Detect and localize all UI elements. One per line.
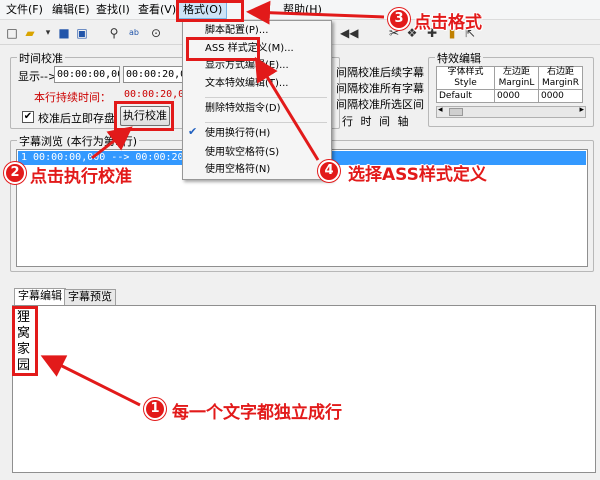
new-file-icon[interactable]: □ xyxy=(4,25,20,41)
effects-title: 特效编辑 xyxy=(435,50,483,66)
tab-subtitle-preview[interactable]: 字幕预览 xyxy=(64,289,116,305)
timeline-label: 行 时 间 轴 xyxy=(342,115,411,128)
col-margin-l-header: 左边距 MarginL xyxy=(494,66,539,90)
menu-item-space[interactable]: 使用空格符(N) xyxy=(205,163,270,177)
subtitle-editor[interactable]: 狸 窝 家 园 xyxy=(12,305,596,473)
zoom-icon[interactable]: ⊙ xyxy=(148,25,164,41)
margin-r-cell[interactable]: 0000 xyxy=(538,89,583,103)
time-calibration-title: 时间校准 xyxy=(17,50,65,66)
menu-file[interactable]: 文件(F) xyxy=(6,3,43,17)
menu-view[interactable]: 查看(V) xyxy=(138,3,176,17)
highlight-editor-lines xyxy=(12,306,38,376)
scroll-thumb[interactable] xyxy=(449,108,463,116)
step1-badge: 1 xyxy=(144,398,166,420)
menu-item-display-mode[interactable]: 显示方式编辑(E)... xyxy=(205,59,289,73)
effects-header-row: 字体样式 Style 左边距 MarginL 右边距 MarginR xyxy=(436,66,583,90)
col-margin-r-header: 右边距 MarginR xyxy=(538,66,583,90)
scroll-right-icon[interactable]: ▸ xyxy=(579,105,584,115)
menu-help[interactable]: 帮助(H) xyxy=(283,3,322,17)
open-folder-icon[interactable]: ▰ xyxy=(22,25,38,41)
menu-find[interactable]: 查找(I) xyxy=(96,3,130,17)
highlight-execute-button xyxy=(114,101,174,131)
style-cell[interactable]: Default xyxy=(436,89,495,103)
start-time-field[interactable]: 00:00:00,000 xyxy=(54,66,120,83)
menu-edit[interactable]: 编辑(E) xyxy=(52,3,90,17)
back-icon[interactable]: ◀◀ xyxy=(340,25,358,41)
menu-item-script-config[interactable]: 脚本配置(P)... xyxy=(205,24,268,38)
highlight-format-menu xyxy=(176,0,244,22)
display-label: 显示--> xyxy=(18,70,58,83)
calibrate-range-option[interactable]: 间隔校准所选区间 xyxy=(336,96,424,112)
step4-text: 选择ASS样式定义 xyxy=(348,165,487,185)
step3-badge: 3 xyxy=(388,8,410,30)
col-style-header: 字体样式 Style xyxy=(436,66,495,90)
save-all-icon[interactable]: ▣ xyxy=(74,25,90,41)
calibrate-following-option[interactable]: 间隔校准后续字幕 xyxy=(336,64,424,80)
dropdown-arrow-icon[interactable]: ▾ xyxy=(40,25,56,41)
table-row[interactable]: Default 0000 0000 xyxy=(436,89,583,103)
menu-separator xyxy=(205,122,327,123)
calibrate-all-option[interactable]: 间隔校准所有字幕 xyxy=(336,80,424,96)
highlight-ass-style xyxy=(186,37,260,61)
find-replace-icon[interactable]: ab xyxy=(126,25,142,41)
step2-badge: 2 xyxy=(4,162,26,184)
binoculars-icon[interactable]: ⚲ xyxy=(106,25,122,41)
step1-text: 每一个文字都独立成行 xyxy=(172,403,342,423)
step3-text: 点击格式 xyxy=(414,13,482,33)
tab-subtitle-edit[interactable]: 字幕编辑 xyxy=(14,288,66,306)
menu-item-soft-space[interactable]: 使用软空格符(S) xyxy=(205,146,279,160)
effects-scrollbar[interactable]: ◂ ▸ xyxy=(436,105,586,118)
subtitle-browser-title: 字幕浏览 (本行为第1行) xyxy=(17,133,140,149)
margin-l-cell[interactable]: 0000 xyxy=(494,89,539,103)
save-icon[interactable]: ■ xyxy=(56,25,72,41)
menu-item-text-effects[interactable]: 文本特效编辑(T)... xyxy=(205,77,288,91)
duration-label: 本行持续时间： xyxy=(34,91,111,104)
check-icon: ✔ xyxy=(188,125,198,138)
end-time-field[interactable]: 00:00:20,00 xyxy=(123,66,183,83)
step4-badge: 4 xyxy=(318,160,340,182)
step2-text: 点击执行校准 xyxy=(30,167,132,187)
menu-item-wrap[interactable]: 使用换行符(H) xyxy=(205,127,270,141)
scroll-left-icon[interactable]: ◂ xyxy=(438,105,443,115)
menu-separator xyxy=(205,97,327,98)
menu-bar: 文件(F) 编辑(E) 查找(I) 查看(V) 格式(O) 帮助(H) xyxy=(0,0,600,20)
effects-table[interactable]: 字体样式 Style 左边距 MarginL 右边距 MarginR Default … xyxy=(436,66,583,103)
autosave-label: 校准后立即存盘 xyxy=(38,112,115,125)
menu-item-delete-effects[interactable]: 删除特效指令(D) xyxy=(205,102,281,116)
autosave-checkbox[interactable]: ✔ xyxy=(22,111,34,123)
